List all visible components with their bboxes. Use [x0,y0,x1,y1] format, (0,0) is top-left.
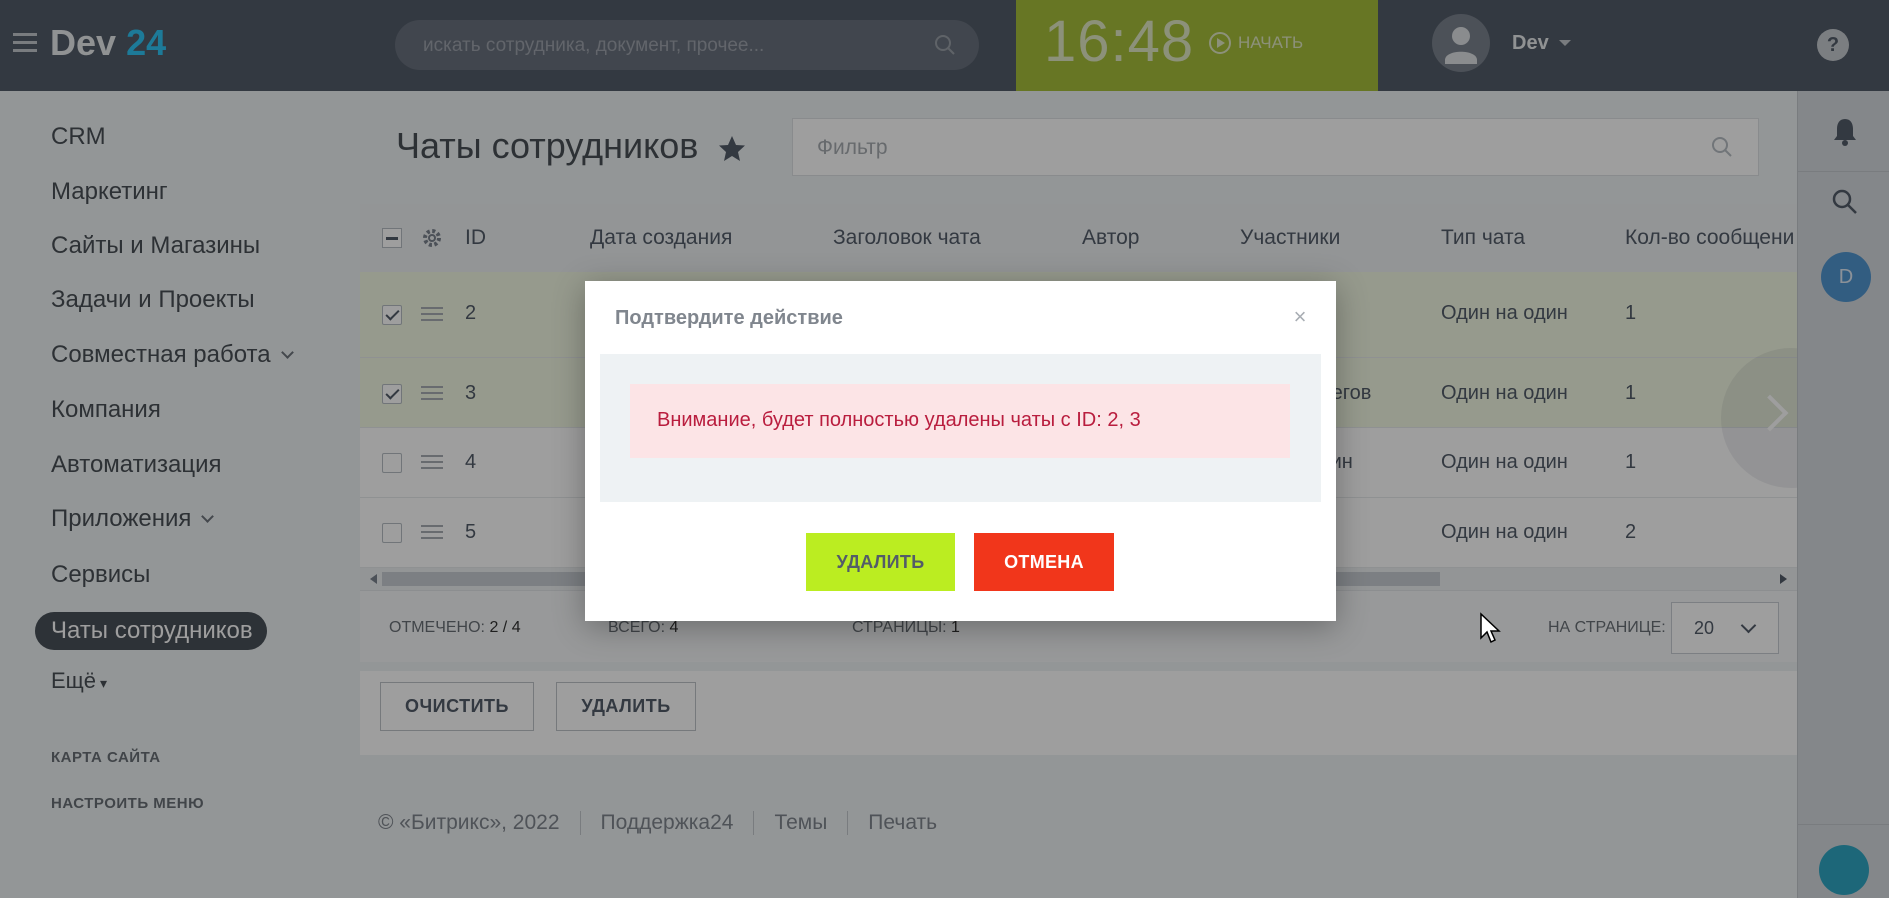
confirm-dialog: Подтвердите действие × Внимание, будет п… [585,281,1336,621]
mouse-cursor-icon [1480,612,1501,644]
warning-alert: Внимание, будет полностью удалены чаты с… [630,384,1290,458]
warning-message: Внимание, будет полностью удалены чаты с… [657,409,1141,431]
cancel-button[interactable]: ОТМЕНА [974,533,1114,591]
dialog-body: Внимание, будет полностью удалены чаты с… [600,354,1321,502]
dialog-title: Подтвердите действие [615,307,843,329]
confirm-delete-button[interactable]: УДАЛИТЬ [806,533,955,591]
close-icon[interactable]: × [1290,306,1310,328]
